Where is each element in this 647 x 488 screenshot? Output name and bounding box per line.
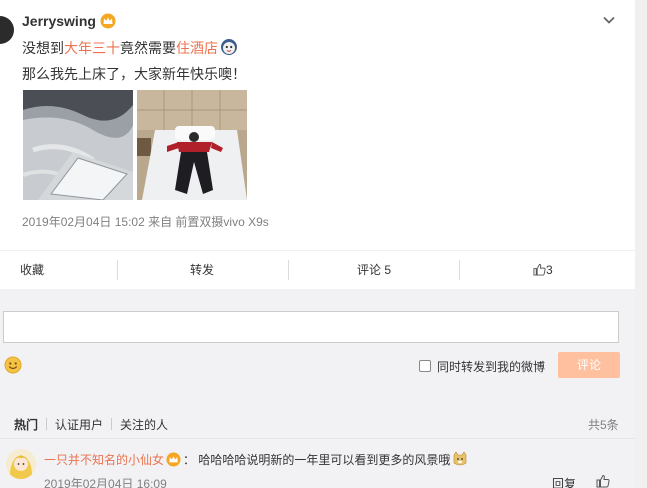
thumbs-up-icon[interactable] bbox=[596, 474, 610, 488]
comment-username[interactable]: 一只并不知名的小仙女 bbox=[44, 453, 164, 467]
weibo-post-card: Jerryswing 没想到大年三十竟然需要住酒店 那么我先上床了，大家新年快乐… bbox=[0, 0, 635, 289]
forward-button[interactable]: 转发 bbox=[190, 251, 214, 289]
crown-badge-icon bbox=[166, 452, 181, 467]
tab-divider bbox=[111, 418, 113, 430]
like-button[interactable]: 3 bbox=[533, 251, 553, 289]
tab-verified[interactable]: 认证用户 bbox=[55, 416, 103, 433]
thumbs-up-icon bbox=[533, 263, 546, 276]
scrollbar[interactable] bbox=[635, 0, 647, 488]
comment-input[interactable] bbox=[3, 311, 619, 343]
action-divider bbox=[117, 260, 118, 280]
post-photo-1[interactable] bbox=[23, 90, 133, 200]
post-photo-2[interactable] bbox=[137, 90, 247, 200]
comment-time: 2019年02月04日 16:09 bbox=[44, 477, 167, 488]
comment-item: 一只并不知名的小仙女 ： 哈哈哈哈说明新的一年里可以看到更多的风景哦 bbox=[44, 451, 468, 468]
tab-following[interactable]: 关注的人 bbox=[120, 416, 168, 433]
emoji-picker-icon[interactable] bbox=[4, 356, 22, 374]
post-meta: 2019年02月04日 15:02 来自 前置双摄vivo X9s bbox=[22, 215, 269, 229]
comment-text: ： 哈哈哈哈说明新的一年里可以看到更多的风景哦 bbox=[183, 453, 451, 467]
comment-total: 共5条 bbox=[588, 418, 619, 432]
post-text-plain: 没想到 bbox=[22, 40, 64, 56]
comment-button[interactable]: 评论 5 bbox=[357, 251, 391, 289]
doge-emoji-icon bbox=[454, 451, 467, 466]
tab-divider bbox=[46, 418, 48, 430]
favorite-button[interactable]: 收藏 bbox=[20, 251, 44, 289]
post-action-bar: 收藏 转发 评论 5 3 bbox=[0, 250, 635, 289]
reply-button[interactable]: 回复 bbox=[552, 475, 576, 488]
comment-compose: 同时转发到我的微博 评论 bbox=[0, 289, 635, 399]
chevron-down-icon[interactable] bbox=[601, 12, 617, 28]
avatar[interactable] bbox=[0, 16, 14, 44]
comment-avatar[interactable] bbox=[6, 449, 36, 479]
comment-section: 热门 认证用户 关注的人 共5条 一只并不知名的小仙女 ： 哈哈哈哈说明新的一年里可… bbox=[0, 399, 635, 488]
topic-link[interactable]: 大年三十 bbox=[64, 40, 120, 56]
emoji-face-icon bbox=[221, 39, 237, 55]
post-text-plain: 竟然需要 bbox=[120, 40, 176, 56]
comment-filter-tabs: 热门 认证用户 关注的人 bbox=[14, 416, 168, 433]
tab-hot[interactable]: 热门 bbox=[14, 416, 38, 433]
forward-checkbox-label: 同时转发到我的微博 bbox=[437, 360, 546, 374]
topic-link[interactable]: 住酒店 bbox=[176, 40, 218, 56]
divider bbox=[0, 438, 635, 439]
action-divider bbox=[288, 260, 289, 280]
submit-comment-button[interactable]: 评论 bbox=[558, 352, 620, 378]
like-count: 3 bbox=[546, 263, 553, 277]
crown-badge-icon bbox=[100, 13, 116, 29]
post-username[interactable]: Jerryswing bbox=[22, 13, 96, 29]
post-text-line2: 那么我先上床了，大家新年快乐噢！ bbox=[22, 66, 246, 82]
forward-checkbox[interactable] bbox=[419, 360, 431, 372]
post-text-line1: 没想到大年三十竟然需要住酒店 bbox=[22, 38, 238, 58]
action-divider bbox=[459, 260, 460, 280]
